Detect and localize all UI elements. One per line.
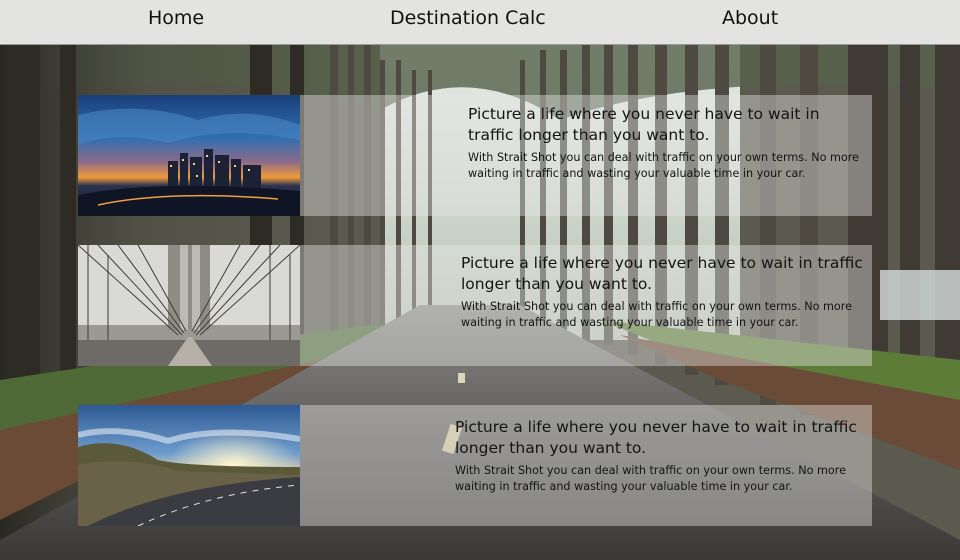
card-headline: Picture a life where you never have to w… bbox=[455, 418, 857, 457]
feature-card-1: Picture a life where you never have to w… bbox=[78, 95, 872, 216]
card-headline: Picture a life where you never have to w… bbox=[468, 105, 820, 144]
card-text-block: Picture a life where you never have to w… bbox=[455, 417, 863, 495]
suspension-bridge-walkway-image bbox=[78, 245, 300, 366]
card-body-text: With Strait Shot you can deal with traff… bbox=[455, 464, 846, 493]
top-nav-bar: Home Destination Calc About bbox=[0, 0, 960, 45]
feature-card-3: Picture a life where you never have to w… bbox=[78, 405, 872, 526]
feature-card-2: Picture a life where you never have to w… bbox=[78, 245, 872, 366]
card-body-text: With Strait Shot you can deal with traff… bbox=[461, 300, 852, 329]
card-text-block: Picture a life where you never have to w… bbox=[468, 104, 863, 182]
card-body-text: With Strait Shot you can deal with traff… bbox=[468, 151, 859, 180]
sunset-mountain-road-image bbox=[78, 405, 300, 526]
nav-link-destination-calc[interactable]: Destination Calc bbox=[390, 7, 546, 29]
nav-link-home[interactable]: Home bbox=[148, 7, 204, 29]
night-city-skyline-image bbox=[78, 95, 300, 216]
card-headline: Picture a life where you never have to w… bbox=[461, 254, 863, 293]
card-text-block: Picture a life where you never have to w… bbox=[461, 253, 863, 331]
nav-link-about[interactable]: About bbox=[722, 7, 778, 29]
